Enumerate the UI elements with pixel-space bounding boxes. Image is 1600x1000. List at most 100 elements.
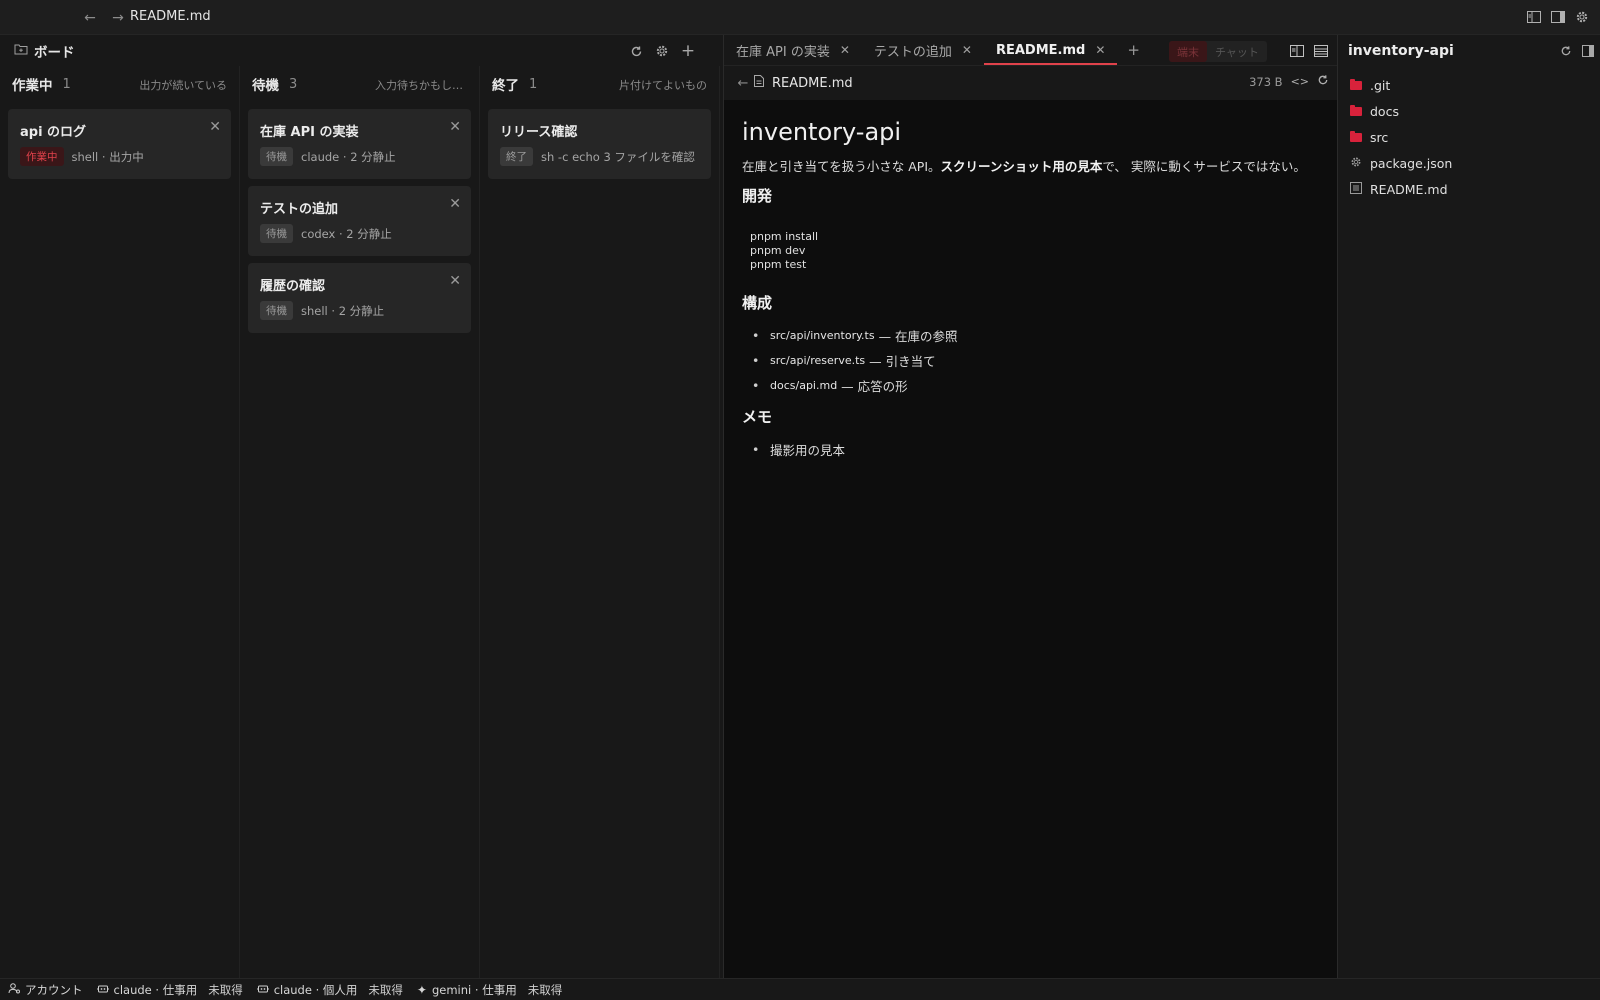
column-name: 待機: [252, 78, 279, 94]
tree-item-label: docs: [1370, 103, 1399, 119]
status-badge: 作業中: [20, 147, 64, 166]
card-meta: 待機 claude · 2 分静止: [260, 147, 455, 166]
tree-item-git[interactable]: .git: [1338, 72, 1600, 98]
column-name: 作業中: [12, 78, 53, 94]
card-meta-text: shell · 出力中: [71, 149, 144, 164]
toggle-board-icon[interactable]: [1524, 7, 1544, 27]
card-title: テストの追加: [260, 202, 339, 217]
task-card[interactable]: api のログ ✕ 作業中 shell · 出力中: [8, 109, 231, 179]
column-header: 作業中 1 出力が続いている: [0, 66, 239, 102]
list-item-text: — 引き当て: [869, 354, 936, 369]
settings-gear-icon[interactable]: [1572, 7, 1592, 27]
list-view-icon[interactable]: [1311, 41, 1331, 61]
refresh-icon[interactable]: [1556, 41, 1576, 61]
column-done: 終了 1 片付けてよいもの リリース確認 終了 sh -c echo 3 ファイ…: [480, 66, 720, 978]
heading-dev: 開発: [742, 187, 773, 205]
list-item: • src/api/reserve.ts — 引き当て: [752, 353, 936, 369]
tab-inventory-api[interactable]: 在庫 API の実装 ✕: [724, 35, 862, 65]
new-tab-plus-icon[interactable]: +: [1117, 35, 1150, 65]
inline-code: docs/api.md: [770, 379, 838, 392]
file-actions: 373 B <>: [1249, 74, 1329, 89]
back-arrow-icon[interactable]: ←: [736, 73, 750, 93]
tab-label: 在庫 API の実装: [736, 44, 830, 60]
close-icon[interactable]: ✕: [209, 119, 221, 135]
card-title: 在庫 API の実装: [260, 125, 359, 140]
status-badge: 待機: [260, 301, 293, 320]
tab-add-tests[interactable]: テストの追加 ✕: [862, 35, 984, 65]
folder-icon: [1350, 104, 1362, 116]
heading-structure: 構成: [742, 294, 773, 312]
file-size: 373 B: [1249, 74, 1283, 89]
tab-readme[interactable]: README.md ✕: [983, 35, 1118, 65]
task-card[interactable]: 履歴の確認 ✕ 待機 shell · 2 分静止: [248, 263, 471, 333]
editor-panel: 在庫 API の実装 ✕ テストの追加 ✕ README.md ✕ + 端末 チ…: [723, 35, 1337, 978]
status-item-label: claude · 仕事用: [113, 982, 198, 997]
tree-item-package-json[interactable]: package.json: [1338, 150, 1600, 176]
tree-item-label: src: [1370, 129, 1389, 145]
close-icon[interactable]: ✕: [449, 119, 461, 135]
doc-intro: 在庫と引き当てを扱う小さな API。スクリーンショット用の見本で、 実際に動くサ…: [742, 156, 1319, 175]
close-icon[interactable]: ✕: [840, 43, 850, 57]
robot-icon: [96, 983, 109, 997]
close-icon[interactable]: ✕: [449, 196, 461, 212]
toggle-sidebar-icon[interactable]: [1548, 7, 1568, 27]
heading-memo: メモ: [742, 408, 773, 426]
tree-item-src[interactable]: src: [1338, 124, 1600, 150]
split-view-icon[interactable]: [1287, 41, 1307, 61]
gear-icon[interactable]: [652, 41, 672, 61]
column-count: 3: [289, 76, 298, 92]
status-item-claude-personal[interactable]: claude · 個人用 未取得: [256, 982, 403, 998]
current-file-name: README.md: [772, 75, 853, 91]
tab-label: README.md: [995, 42, 1086, 58]
column-count: 1: [62, 76, 71, 92]
mode-terminal-button[interactable]: 端末: [1169, 41, 1207, 62]
back-arrow-icon[interactable]: ←: [80, 8, 100, 28]
close-icon[interactable]: ✕: [449, 273, 461, 289]
sparkle-icon: ✦: [416, 982, 427, 997]
status-item-gemini-work[interactable]: ✦ gemini · 仕事用 未取得: [417, 982, 562, 998]
account-icon: [8, 982, 20, 997]
mode-switch: 端末 チャット: [1169, 41, 1267, 62]
list-item-text: 撮影用の見本: [770, 443, 846, 458]
close-icon[interactable]: ✕: [1095, 43, 1105, 57]
status-badge: 待機: [260, 224, 293, 243]
task-card[interactable]: 在庫 API の実装 ✕ 待機 claude · 2 分静止: [248, 109, 471, 179]
file-path-bar: ← README.md 373 B <>: [724, 66, 1337, 100]
task-card[interactable]: テストの追加 ✕ 待機 codex · 2 分静止: [248, 186, 471, 256]
refresh-icon[interactable]: [626, 41, 646, 61]
account-button[interactable]: アカウント: [8, 982, 83, 998]
close-icon[interactable]: ✕: [962, 43, 972, 57]
column-working: 作業中 1 出力が続いている api のログ ✕ 作業中 shell · 出力中: [0, 66, 240, 978]
card-meta: 待機 shell · 2 分静止: [260, 301, 455, 320]
card-meta-text: claude · 2 分静止: [301, 149, 396, 164]
task-card[interactable]: リリース確認 終了 sh -c echo 3 ファイルを確認: [488, 109, 711, 179]
status-badge: 終了: [500, 147, 533, 166]
file-doc-icon: [1350, 181, 1362, 197]
tree-item-label: package.json: [1370, 155, 1453, 171]
code-view-icon[interactable]: <>: [1291, 75, 1309, 88]
folder-icon: [1350, 130, 1362, 142]
card-meta-text: shell · 2 分静止: [301, 303, 385, 318]
forward-arrow-icon[interactable]: →: [108, 8, 128, 28]
inline-code: src/api/reserve.ts: [770, 354, 866, 367]
status-item-claude-work[interactable]: claude · 仕事用 未取得: [96, 982, 243, 998]
intro-text-tail: で、 実際に動くサービスではない。: [1102, 159, 1306, 174]
folder-plus-icon: [14, 43, 28, 59]
explorer-header: inventory-api: [1338, 35, 1600, 66]
reload-icon[interactable]: [1317, 74, 1329, 89]
status-item-state: 未取得: [208, 982, 243, 997]
column-header: 待機 3 入力待ちかもしれない: [240, 66, 479, 102]
list-item: • docs/api.md — 応答の形: [752, 378, 908, 394]
tree-item-docs[interactable]: docs: [1338, 98, 1600, 124]
intro-bold-text: スクリーンショット用の見本: [940, 159, 1103, 174]
tree-item-label: README.md: [1370, 181, 1448, 197]
tree-item-readme[interactable]: README.md: [1338, 176, 1600, 202]
robot-icon: [256, 983, 269, 997]
column-header: 終了 1 片付けてよいもの: [480, 66, 719, 102]
add-icon[interactable]: +: [678, 41, 698, 61]
collapse-panel-icon[interactable]: [1578, 41, 1598, 61]
card-meta: 終了 sh -c echo 3 ファイルを確認: [500, 147, 695, 166]
list-item: • src/api/inventory.ts — 在庫の参照: [752, 328, 958, 344]
board-panel: ボード + 作業中 1 出力が続いている api のログ ✕ 作業中 shell…: [0, 35, 720, 978]
mode-chat-button[interactable]: チャット: [1207, 41, 1267, 62]
